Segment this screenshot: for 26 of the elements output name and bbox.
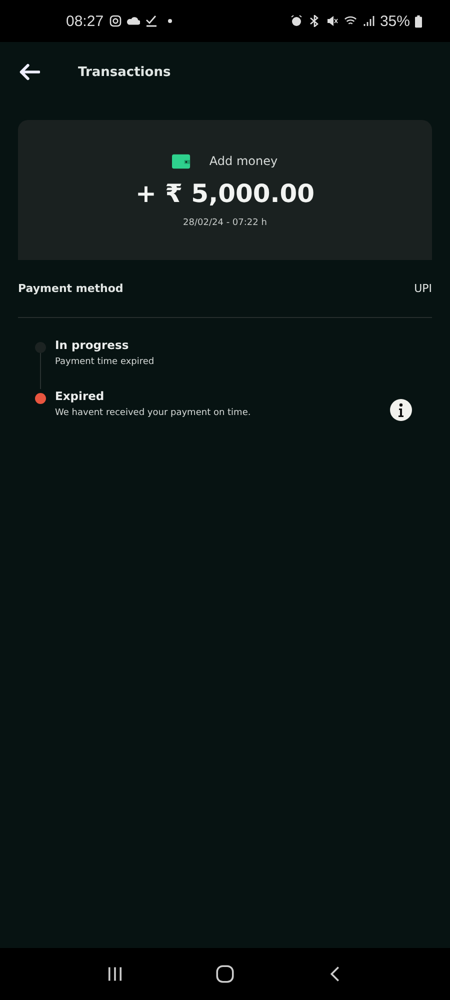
- page-title: Transactions: [78, 64, 171, 80]
- alarm-icon: [290, 15, 303, 27]
- dot-icon: [168, 19, 172, 23]
- transaction-type: Add money: [209, 154, 278, 168]
- mute-icon: [326, 15, 339, 27]
- cloud-icon: [126, 15, 140, 27]
- payment-method-value: UPI: [414, 282, 432, 295]
- step-detail: Payment time expired: [55, 357, 156, 367]
- step-detail: We havent received your payment on time.: [55, 408, 252, 418]
- step-title: Expired: [55, 389, 106, 403]
- wifi-icon: [344, 15, 357, 27]
- signal-icon: [362, 15, 375, 27]
- battery-level: 35%: [380, 12, 410, 30]
- transaction-date: 28/02/24 - 07:22 h: [183, 218, 267, 228]
- info-icon[interactable]: [390, 399, 412, 421]
- battery-icon: [415, 14, 422, 28]
- payment-method-label: Payment method: [18, 282, 124, 295]
- recent-apps-icon[interactable]: [106, 965, 124, 983]
- wallet-icon: [172, 152, 192, 168]
- camera-icon: [108, 15, 122, 27]
- step-title: In progress: [55, 338, 130, 352]
- status-time: 08:27: [66, 12, 104, 30]
- bluetooth-icon: [308, 15, 321, 27]
- home-icon[interactable]: [216, 965, 234, 983]
- check-icon: [144, 15, 158, 27]
- amount: + ₹ 5,000.00: [135, 178, 315, 208]
